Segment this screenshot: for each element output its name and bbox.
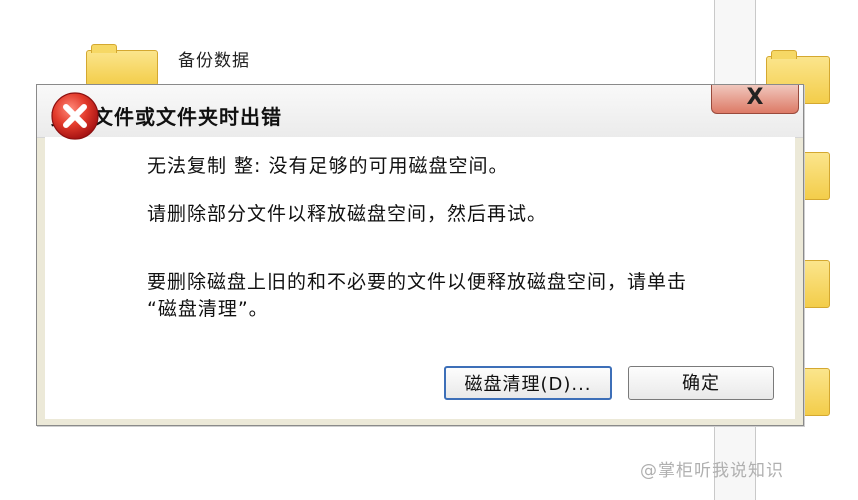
hint-message-line-2: “磁盘清理”。	[147, 298, 269, 320]
folder-icon[interactable]	[86, 44, 158, 86]
error-icon	[51, 92, 99, 140]
hint-message-line-1: 要删除磁盘上旧的和不必要的文件以便释放磁盘空间，请单击	[147, 271, 688, 293]
disk-cleanup-button[interactable]: 磁盘清理(D)...	[444, 366, 612, 400]
dialog-titlebar[interactable]: 复制文件或文件夹时出错 X	[37, 85, 803, 138]
watermark: @掌柜听我说知识	[640, 461, 784, 481]
close-icon: X	[746, 85, 764, 110]
ok-button[interactable]: 确定	[628, 366, 774, 400]
error-message-line-1: 无法复制 整: 没有足够的可用磁盘空间。	[147, 155, 509, 177]
close-button[interactable]: X	[711, 85, 799, 114]
background-item-label: 备份数据	[178, 51, 250, 71]
error-message-line-2: 请删除部分文件以释放磁盘空间，然后再试。	[147, 203, 548, 225]
